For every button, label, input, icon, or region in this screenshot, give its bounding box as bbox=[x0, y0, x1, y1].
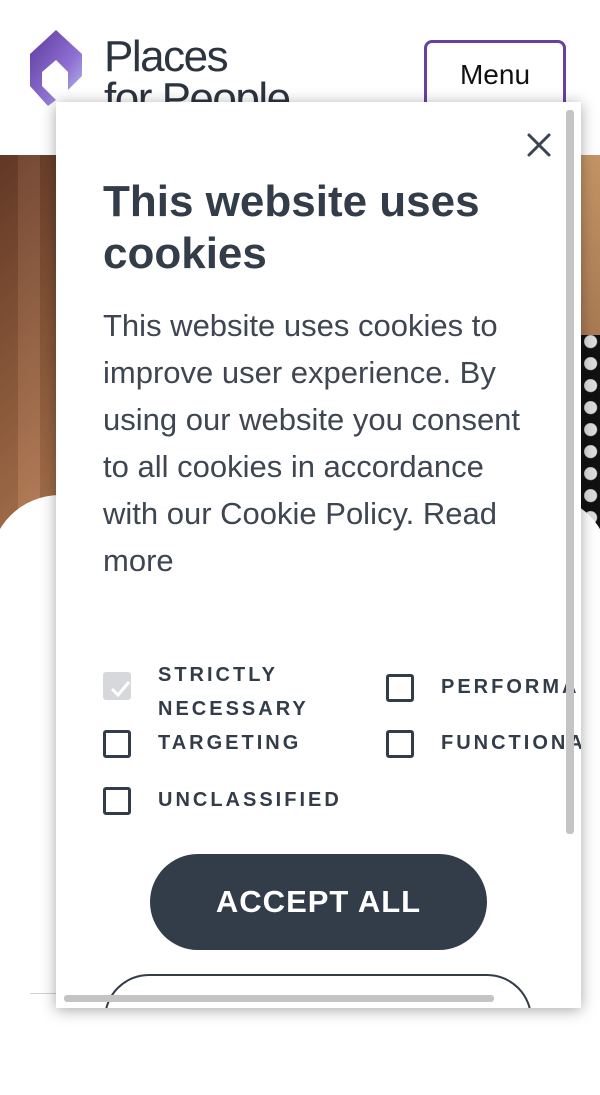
checkbox-functional[interactable]: FUNCTIONA bbox=[386, 730, 581, 760]
vertical-scrollbar[interactable] bbox=[566, 110, 574, 834]
checkbox-label: UNCLASSIFIED bbox=[158, 789, 342, 811]
cookie-dialog-title: This website uses cookies bbox=[103, 177, 480, 278]
checkbox[interactable] bbox=[103, 730, 131, 758]
menu-button[interactable]: Menu bbox=[424, 40, 566, 110]
checkbox-strictly-necessary: STRICTLY NECESSARY bbox=[103, 664, 309, 726]
checkbox[interactable] bbox=[103, 787, 131, 815]
checkbox-label: STRICTLY NECESSARY bbox=[158, 664, 309, 720]
checkbox-checked-disabled bbox=[103, 672, 131, 700]
checkbox-targeting[interactable]: TARGETING bbox=[103, 730, 301, 760]
cookie-consent-dialog: This website uses cookies This website u… bbox=[56, 102, 581, 1008]
logo-mark-icon bbox=[30, 30, 82, 106]
checkbox-label: TARGETING bbox=[158, 732, 302, 754]
secondary-button[interactable] bbox=[104, 974, 532, 1008]
checkbox-label: PERFORMA bbox=[441, 676, 580, 698]
horizontal-scrollbar[interactable] bbox=[64, 995, 494, 1002]
checkbox-performance[interactable]: PERFORMA bbox=[386, 674, 579, 704]
checkmark-icon bbox=[110, 681, 131, 698]
checkbox[interactable] bbox=[386, 674, 414, 702]
cookie-dialog-description: This website uses cookies to improve use… bbox=[103, 308, 521, 578]
checkbox-unclassified[interactable]: UNCLASSIFIED bbox=[103, 787, 342, 817]
close-icon bbox=[527, 133, 551, 157]
accept-all-button[interactable]: ACCEPT ALL bbox=[150, 854, 487, 950]
checkbox-label: FUNCTIONA bbox=[441, 732, 581, 754]
checkbox[interactable] bbox=[386, 730, 414, 758]
close-button[interactable] bbox=[518, 124, 560, 166]
